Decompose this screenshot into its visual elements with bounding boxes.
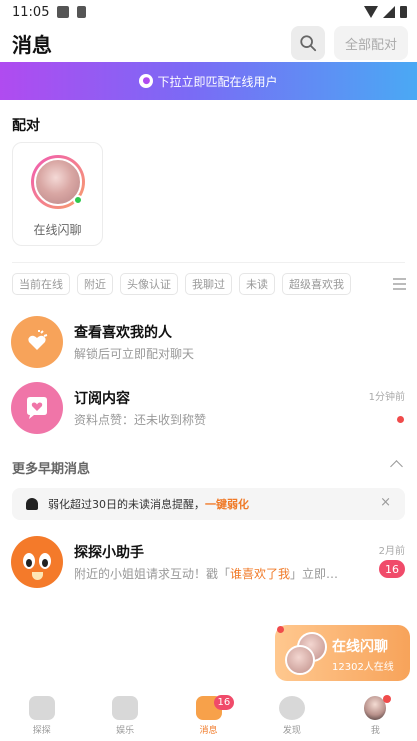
status-bar: 11:05 bbox=[0, 0, 417, 24]
tab-label: 发现 bbox=[282, 726, 301, 736]
all-match-button[interactable]: 全部配对 bbox=[334, 26, 408, 60]
banner-text: 下拉立即匹配在线用户 bbox=[157, 74, 278, 89]
wifi-icon bbox=[364, 6, 378, 18]
float-title: 在线闪聊 bbox=[332, 639, 388, 655]
search-button[interactable] bbox=[291, 26, 325, 60]
status-time: 11:05 bbox=[12, 4, 50, 20]
avatar bbox=[285, 645, 315, 675]
tab-discover[interactable]: 发现 bbox=[250, 692, 333, 741]
filter-chip-unread[interactable]: 未读 bbox=[239, 273, 275, 295]
online-chat-card[interactable]: 在线闪聊 bbox=[12, 142, 103, 246]
tab-label: 娱乐 bbox=[116, 726, 135, 736]
list-item-title: 订阅内容 bbox=[74, 391, 130, 407]
list-item-time: 1分钟前 bbox=[368, 392, 405, 403]
list-item-subtitle: 解锁后可立即配对聊天 bbox=[74, 347, 195, 361]
filter-menu-icon[interactable] bbox=[393, 278, 406, 290]
pull-match-banner[interactable]: ● 下拉立即匹配在线用户 bbox=[0, 62, 417, 100]
heart-chat-icon bbox=[11, 382, 63, 434]
tab-tantan[interactable]: 探探 bbox=[0, 692, 83, 741]
status-indicators bbox=[364, 6, 407, 18]
filter-chip-nearby[interactable]: 附近 bbox=[77, 273, 113, 295]
filter-chips: 当前在线 附近 头像认证 我聊过 未读 超级喜欢我 bbox=[12, 273, 351, 295]
heart-fire-icon bbox=[11, 316, 63, 368]
unread-count-badge: 16 bbox=[379, 560, 405, 578]
chat-bubble-icon: ● bbox=[139, 74, 154, 88]
online-chat-label: 在线闪聊 bbox=[33, 223, 82, 237]
list-item-title: 探探小助手 bbox=[74, 545, 144, 561]
filter-chip-chatted[interactable]: 我聊过 bbox=[185, 273, 232, 295]
online-indicator bbox=[73, 195, 83, 205]
float-subtitle: 12302人在线 bbox=[332, 662, 394, 673]
list-item-subscriptions[interactable]: 订阅内容 资料点赞：还未收到称赞 1分钟前 bbox=[0, 378, 417, 438]
cards-icon bbox=[28, 696, 55, 720]
list-item-title: 查看喜欢我的人 bbox=[74, 325, 172, 341]
list-item-time: 2月前 bbox=[378, 546, 405, 557]
fox-mascot-icon bbox=[11, 536, 63, 588]
signal-icon bbox=[383, 6, 395, 18]
close-icon[interactable]: × bbox=[380, 495, 391, 510]
bottom-tab-bar: 探探 娱乐 16 消息 发现 我 bbox=[0, 692, 417, 741]
tab-badge: 16 bbox=[213, 695, 235, 710]
unread-dot bbox=[397, 416, 404, 423]
notification-dot bbox=[277, 626, 284, 633]
tab-entertainment[interactable]: 娱乐 bbox=[83, 692, 166, 741]
filter-chip-verified[interactable]: 头像认证 bbox=[120, 273, 178, 295]
divider bbox=[12, 262, 405, 263]
tab-label: 消息 bbox=[199, 726, 218, 736]
tv-icon bbox=[112, 696, 139, 720]
tab-label: 我 bbox=[370, 726, 380, 736]
notification-dot bbox=[383, 695, 392, 703]
search-icon bbox=[300, 35, 317, 52]
match-section-title: 配对 bbox=[12, 118, 40, 134]
list-item-likes[interactable]: 查看喜欢我的人 解锁后可立即配对聊天 bbox=[0, 312, 417, 372]
filter-chip-online[interactable]: 当前在线 bbox=[12, 273, 70, 295]
app-notification-icon bbox=[77, 6, 87, 18]
weaken-link[interactable]: 一键弱化 bbox=[205, 496, 249, 512]
list-item-subtitle: 附近的小姐姐请求互动！戳「谁喜欢了我」立即… bbox=[74, 567, 339, 581]
bell-icon bbox=[26, 498, 38, 510]
compass-icon bbox=[278, 696, 305, 720]
page-title: 消息 bbox=[12, 33, 52, 57]
tab-label: 探探 bbox=[32, 726, 51, 736]
list-item-assistant[interactable]: 探探小助手 附近的小姐姐请求互动！戳「谁喜欢了我」立即… 2月前 16 bbox=[0, 532, 417, 592]
tab-me[interactable]: 我 bbox=[334, 692, 417, 741]
earlier-messages-header[interactable]: 更多早期消息 bbox=[12, 458, 405, 477]
weaken-notice: 弱化超过30日的未读消息提醒， 一键弱化 × bbox=[12, 488, 405, 520]
filter-chip-super-like[interactable]: 超级喜欢我 bbox=[282, 273, 351, 295]
header: 消息 全部配对 bbox=[0, 24, 417, 62]
list-item-subtitle: 资料点赞：还未收到称赞 bbox=[74, 413, 207, 427]
battery-icon bbox=[400, 6, 407, 18]
notification-icon bbox=[57, 6, 70, 18]
chevron-up-icon[interactable] bbox=[390, 460, 403, 473]
online-chat-float-button[interactable]: 在线闪聊 12302人在线 bbox=[275, 625, 410, 681]
earlier-messages-label: 更多早期消息 bbox=[12, 462, 91, 477]
notice-text: 弱化超过30日的未读消息提醒， bbox=[48, 498, 205, 511]
tab-messages[interactable]: 16 消息 bbox=[167, 692, 250, 741]
